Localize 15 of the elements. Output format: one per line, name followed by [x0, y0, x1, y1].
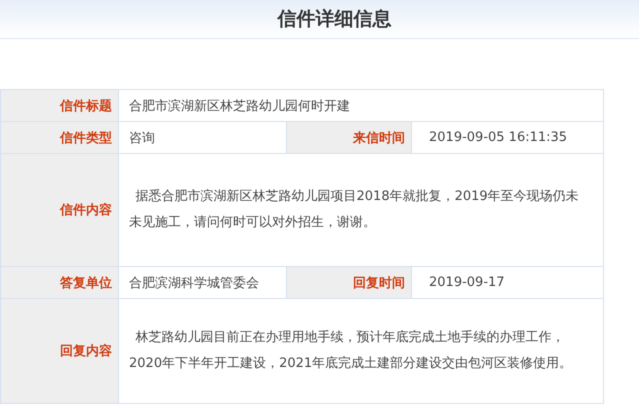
field-value: 咨询 — [129, 130, 155, 146]
field-value: 2019-09-17 — [429, 275, 505, 290]
field-label: 回复时间 — [353, 274, 405, 292]
field-text: 据悉合肥市滨湖新区林芝路幼儿园项目2018年就批复，2019年至今现场仍未未见施工，请问何时可以对外招生，谢谢。 — [129, 188, 580, 232]
field-value: 2019-09-05 16:11:35 — [429, 130, 568, 145]
field-label: 信件标题 — [60, 98, 112, 114]
field-value: 合肥市滨湖新区林芝路幼儿园何时开建 — [129, 98, 350, 114]
field-text: 林芝路幼儿园目前正在办理用地手续，预计年底完成土地手续的办理工作，2020年下半年开工建设，2021年底完成土建部分建设交由包河区装修使用。 — [129, 329, 574, 373]
field-label: 回复内容 — [60, 342, 112, 360]
field-label: 答复单位 — [60, 274, 112, 292]
field-label: 信件内容 — [60, 202, 112, 219]
field-label: 信件类型 — [60, 130, 112, 146]
field-value: 合肥滨湖科学城管委会 — [129, 274, 259, 292]
page-title: 信件详细信息 — [276, 7, 392, 32]
field-label: 来信时间 — [353, 130, 405, 146]
